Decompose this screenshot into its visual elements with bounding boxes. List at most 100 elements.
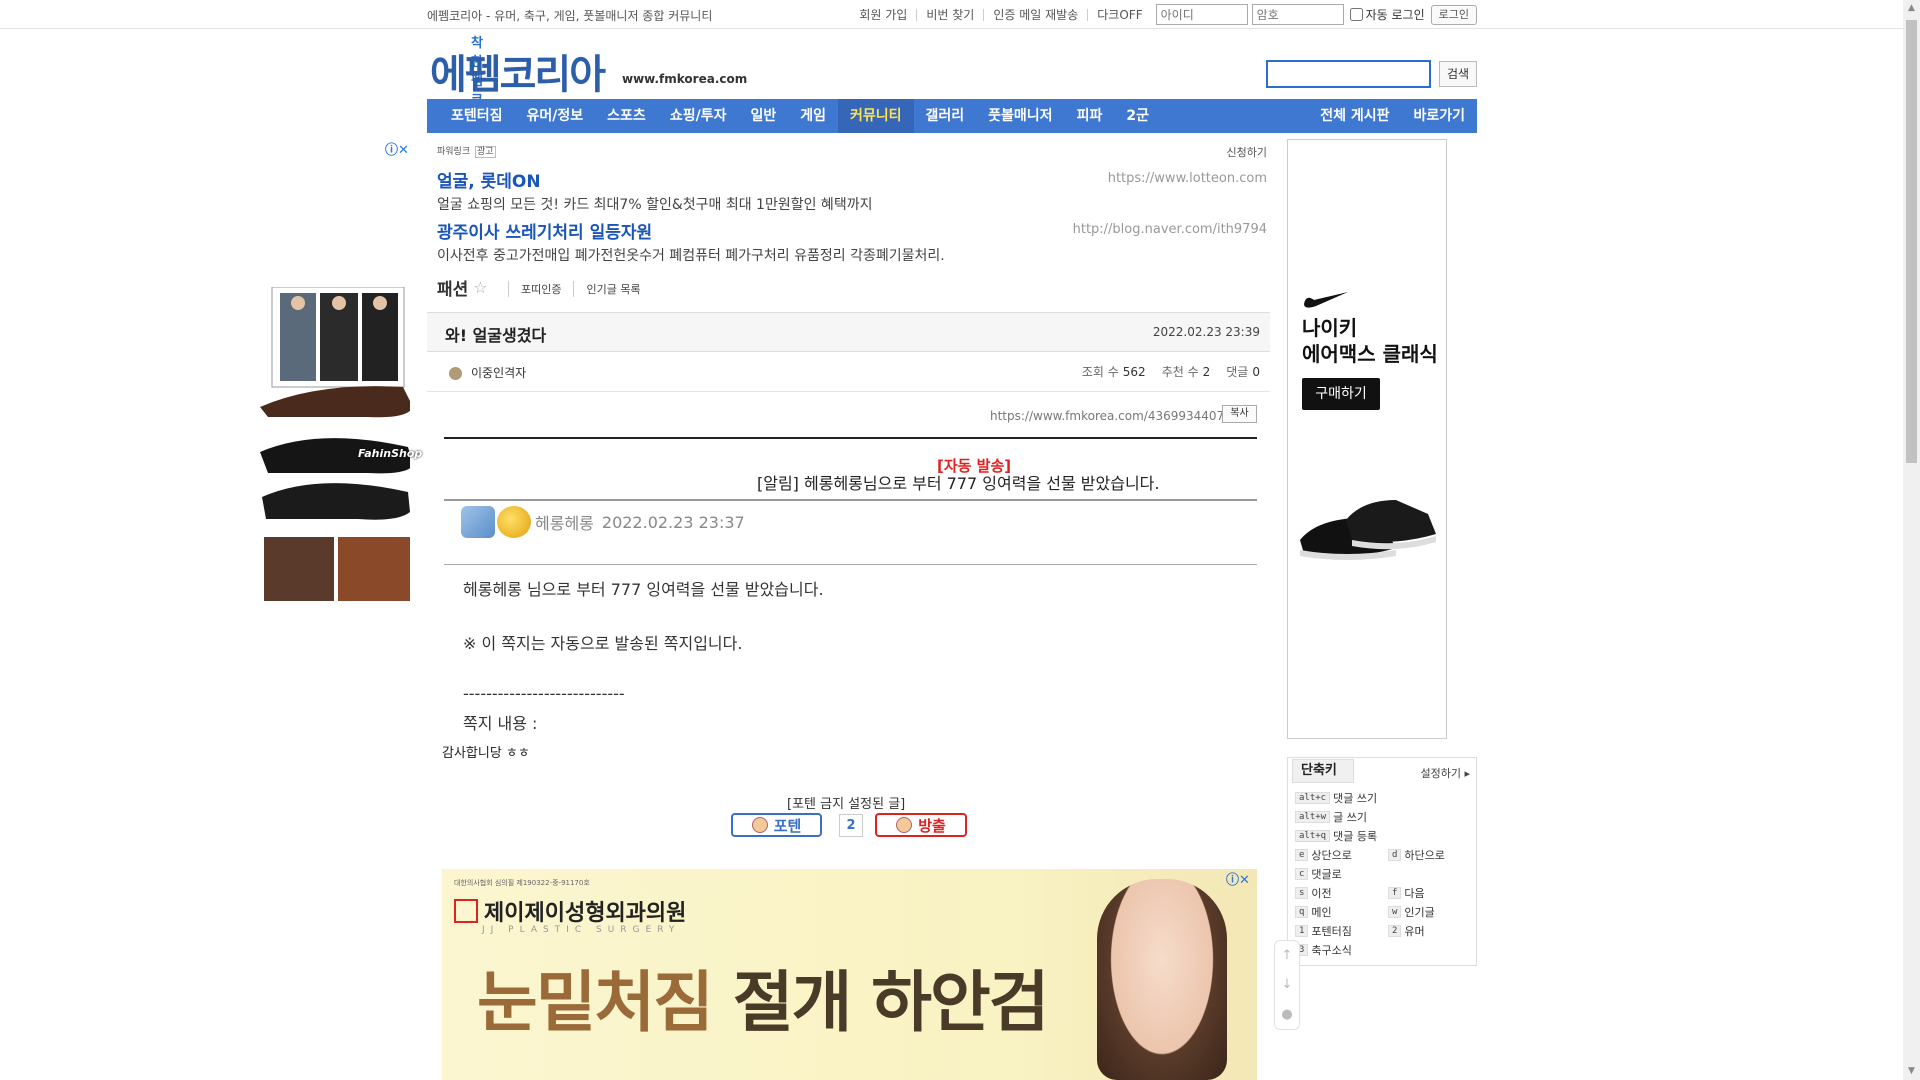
login-button[interactable]: 로그인: [1430, 4, 1477, 25]
nav-item-community[interactable]: 커뮤니티: [837, 99, 914, 133]
page-scrollbar[interactable]: ▲ ▼: [1903, 0, 1920, 1080]
shortcut-row: w 인기글: [1388, 904, 1435, 920]
shortcut-row: 2 유머: [1388, 923, 1425, 939]
shortcut-settings-link[interactable]: 설정하기 ▸: [1420, 765, 1470, 781]
divider: [444, 437, 1257, 439]
powerlink-item-url[interactable]: http://blog.naver.com/ith9794: [1073, 222, 1267, 237]
shortcut-label: 댓글 쓰기: [1333, 792, 1378, 805]
left-shoe-ad[interactable]: FahinShop: [258, 286, 422, 605]
clinic-ad-headline: 눈밑처짐 절개 하안검: [477, 949, 1049, 1045]
nav-item-general[interactable]: 일반: [738, 99, 788, 133]
scroll-up-arrow-icon[interactable]: ▲: [1903, 0, 1920, 17]
view-count-value: 562: [1122, 365, 1146, 379]
shortcut-key: c: [1295, 868, 1309, 880]
sender-date: 2022.02.23 23:37: [601, 512, 745, 532]
clinic-name-text: 제이제이성형외과의원: [484, 901, 687, 926]
dark-mode-toggle[interactable]: 다크OFF: [1087, 8, 1151, 21]
bang-vote-button[interactable]: 방출: [875, 813, 967, 837]
clinic-ad[interactable]: 대한의사협회 심의필 제190322-중-91170호 제이제이성형외과의원 J…: [442, 869, 1257, 1080]
poten-vote-button[interactable]: 포텐: [731, 813, 822, 837]
copy-url-button[interactable]: 복사: [1222, 405, 1257, 423]
nike-ad[interactable]: 나이키 에어맥스 클래식 구매하기: [1287, 139, 1447, 739]
sender-emoji-icon: [497, 506, 531, 538]
comment-icon[interactable]: ●: [1281, 1007, 1292, 1022]
powerlink-title: 파워링크: [437, 147, 471, 157]
find-password-link[interactable]: 비번 찾기: [916, 8, 983, 21]
nike-buy-button[interactable]: 구매하기: [1302, 378, 1380, 410]
powerlink-item[interactable]: 광주이사 쓰레기처리 일등자원 이사전후 중고가전매입 폐가전헌옷수거 폐컴퓨터…: [437, 218, 1267, 265]
ad-choices-icon[interactable]: ⓘ✕: [1226, 869, 1250, 888]
powerlink-item-url[interactable]: https://www.lotteon.com: [1108, 171, 1267, 186]
shortcut-row: c 댓글로: [1295, 866, 1342, 882]
nav-item-gallery[interactable]: 갤러리: [914, 99, 977, 133]
nav-item-second-team[interactable]: 2군: [1114, 99, 1161, 133]
scroll-bottom-icon[interactable]: ↓: [1282, 977, 1293, 992]
recommend-count: 추천 수2: [1162, 363, 1211, 380]
nav-item-shopping[interactable]: 쇼핑/투자: [658, 99, 739, 133]
recommend-count-value: 2: [1202, 365, 1211, 379]
shortcut-row: d 하단으로: [1388, 847, 1445, 863]
shortcut-row: f 다음: [1388, 885, 1425, 901]
site-description: 에펨코리아 - 유머, 축구, 게임, 풋볼매니저 종합 커뮤니티: [427, 9, 713, 23]
signup-link[interactable]: 회원 가입: [850, 9, 916, 21]
message-line: ※ 이 쪽지는 자동으로 발송된 쪽지입니다.: [463, 634, 743, 653]
password-input[interactable]: [1251, 4, 1344, 25]
clinic-ad-subtitle: JJ PLASTIC SURGERY: [482, 925, 681, 935]
board-link-photo-cert[interactable]: 포띠인증: [508, 281, 573, 297]
shortcut-key: d: [1388, 849, 1402, 861]
id-input[interactable]: [1155, 4, 1248, 25]
sender-avatar-icon: [461, 506, 495, 538]
powerlink-label: 파워링크 광고: [437, 144, 496, 158]
search-button[interactable]: 검색: [1439, 61, 1477, 87]
shortcut-label: 하단으로: [1404, 849, 1445, 862]
nav-item-all-boards[interactable]: 전체 게시판: [1308, 99, 1401, 133]
shortcut-label: 글 쓰기: [1333, 811, 1367, 824]
powerlink-item[interactable]: 얼굴, 롯데ON 얼굴 쇼핑의 모든 것! 카드 최대7% 할인&첫구매 최대 …: [437, 167, 1267, 214]
nav-item-humor[interactable]: 유머/정보: [515, 99, 596, 133]
shortcut-row: s 이전: [1295, 885, 1332, 901]
search-input[interactable]: [1266, 60, 1431, 88]
board-link-popular[interactable]: 인기글 목록: [573, 281, 652, 297]
shortcut-key: e: [1295, 849, 1309, 861]
post-author[interactable]: 이중인격자: [471, 364, 526, 381]
shortcut-key: q: [1295, 906, 1309, 918]
nav-item-sports[interactable]: 스포츠: [595, 99, 658, 133]
post-title: 와! 얼굴생겼다: [445, 326, 547, 345]
shortcut-panel: 단축키 설정하기 ▸ alt+c 댓글 쓰기 alt+w 글 쓰기 alt+q 댓글 …: [1287, 757, 1477, 966]
auto-login-checkbox[interactable]: [1349, 8, 1363, 21]
shoe-ad-image: [260, 286, 413, 601]
nav-item-fifa[interactable]: 피파: [1065, 99, 1115, 133]
post-url[interactable]: https://www.fmkorea.com/4369934407: [990, 409, 1224, 423]
gift-notice: [알림] 헤롱헤롱님으로 부터 777 잉여력을 선물 받았습니다.: [757, 474, 1160, 493]
scroll-down-arrow-icon[interactable]: ▼: [1903, 1063, 1920, 1080]
post-meta: 이중인격자 조회 수 562 추천 수2 댓글 0: [427, 352, 1270, 392]
scrollbar-thumb[interactable]: [1906, 20, 1917, 463]
shortcut-label: 상단으로: [1311, 849, 1352, 862]
shortcut-row: alt+q 댓글 등록: [1295, 828, 1377, 844]
scroll-top-icon[interactable]: ↑: [1282, 948, 1293, 963]
top-links: 회원 가입 비번 찾기 인증 메일 재발송 다크OFF 자동 로그인 로그인: [850, 4, 1477, 25]
shortcut-key: 2: [1388, 925, 1402, 937]
powerlink-request-link[interactable]: 신청하기: [1227, 144, 1267, 160]
shortcut-row: 3 축구소식: [1295, 942, 1352, 958]
shortcut-label: 유머: [1404, 925, 1425, 938]
message-line: 쪽지 내용 :: [463, 714, 538, 733]
nav-item-poten[interactable]: 포텐터짐: [439, 99, 515, 133]
nav-item-football-manager[interactable]: 풋볼매니저: [976, 99, 1064, 133]
powerlink-item-desc: 이사전후 중고가전매입 폐가전헌옷수거 폐컴퓨터 폐가구처리 유품정리 각종폐기…: [437, 248, 945, 264]
view-count: 조회 수 562: [1082, 363, 1146, 380]
favorite-star-icon[interactable]: ☆: [473, 278, 487, 297]
nike-brand-text: 나이키: [1302, 316, 1358, 340]
shortcut-row: q 메인: [1295, 904, 1332, 920]
sender-nickname[interactable]: 헤롱헤롱: [535, 510, 594, 534]
shortcut-tab[interactable]: 단축키: [1292, 759, 1354, 783]
ad-choices-icon[interactable]: ⓘ✕: [385, 139, 409, 158]
board-name[interactable]: 패션: [437, 275, 468, 300]
resend-auth-mail-link[interactable]: 인증 메일 재발송: [983, 8, 1087, 21]
auto-login-option[interactable]: 자동 로그인: [1349, 6, 1425, 23]
board-title[interactable]: 패션 ☆: [437, 275, 488, 300]
logo-domain: www.fmkorea.com: [622, 72, 748, 86]
nav-item-shortcuts[interactable]: 바로가기: [1401, 99, 1477, 133]
shortcut-key: alt+q: [1295, 830, 1331, 842]
nav-item-game[interactable]: 게임: [788, 99, 838, 133]
